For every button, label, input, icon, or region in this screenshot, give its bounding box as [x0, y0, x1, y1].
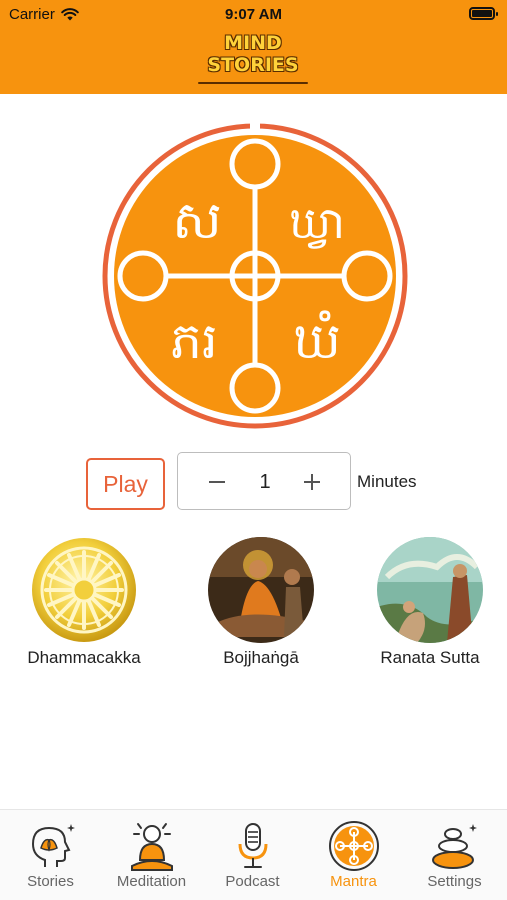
- app-logo: MIND STORIES: [188, 32, 318, 88]
- meditating-monk-icon: [131, 823, 173, 871]
- symbol-bottom-left: ភរ: [170, 312, 218, 370]
- tab-label: Settings: [427, 873, 482, 890]
- status-bar: Carrier 9:07 AM: [0, 0, 507, 28]
- mantra-label: Dhammacakka: [27, 648, 141, 667]
- tab-stories[interactable]: Stories: [0, 810, 101, 900]
- mantra-list: Dhammacakka Bojjhaṅgā Ranata Sutta: [0, 537, 507, 667]
- mantra-item-dhammacakka[interactable]: Dhammacakka: [14, 537, 154, 668]
- logo-line1: MIND: [224, 32, 282, 54]
- dhamma-wheel-icon: [31, 537, 137, 643]
- app-header: Carrier 9:07 AM MIND STORIES: [0, 0, 507, 94]
- play-button[interactable]: Play: [86, 458, 165, 510]
- mantra-circle-icon: [329, 821, 379, 871]
- logo-underline: [198, 82, 308, 84]
- tab-label: Mantra: [330, 873, 377, 890]
- tab-label: Stories: [27, 873, 74, 890]
- plus-icon: [304, 474, 320, 490]
- tab-mantra[interactable]: Mantra: [303, 810, 404, 900]
- tab-label: Podcast: [225, 873, 280, 890]
- stones-icon: [432, 824, 477, 869]
- tab-meditation[interactable]: Meditation: [101, 810, 202, 900]
- symbol-top-right: ឃ្វា: [289, 198, 345, 249]
- mantra-yantra-image: ស ឃ្វា ភរ ឃំ: [102, 123, 408, 429]
- tab-label: Meditation: [116, 873, 187, 890]
- mantra-label: Ranata Sutta: [380, 648, 480, 667]
- tab-bar: Stories Meditation Podcast Mantra Settin…: [0, 809, 507, 900]
- mantra-controls: Play 1 Minutes: [0, 452, 507, 512]
- battery-icon: [469, 7, 498, 20]
- symbol-bottom-right: ឃំ: [293, 310, 341, 370]
- buddha-painting: [208, 537, 314, 643]
- tab-podcast[interactable]: Podcast: [202, 810, 303, 900]
- minutes-label: Minutes: [357, 472, 417, 491]
- mantra-item-bojjhanga[interactable]: Bojjhaṅgā: [191, 537, 331, 668]
- mantra-label: Bojjhaṅgā: [223, 648, 299, 667]
- head-lotus-icon: [31, 824, 75, 867]
- minus-icon: [209, 481, 225, 483]
- decrement-button[interactable]: [200, 465, 234, 499]
- tab-settings[interactable]: Settings: [404, 810, 505, 900]
- minutes-value: 1: [259, 471, 271, 493]
- microphone-icon: [238, 823, 268, 868]
- increment-button[interactable]: [295, 465, 329, 499]
- mantra-item-ranata-sutta[interactable]: Ranata Sutta: [360, 537, 500, 668]
- symbol-top-left: ស: [172, 191, 222, 251]
- logo-line2: STORIES: [207, 54, 299, 76]
- ratana-painting: [377, 537, 483, 643]
- minutes-stepper: 1: [177, 452, 351, 510]
- status-time: 9:07 AM: [225, 6, 282, 23]
